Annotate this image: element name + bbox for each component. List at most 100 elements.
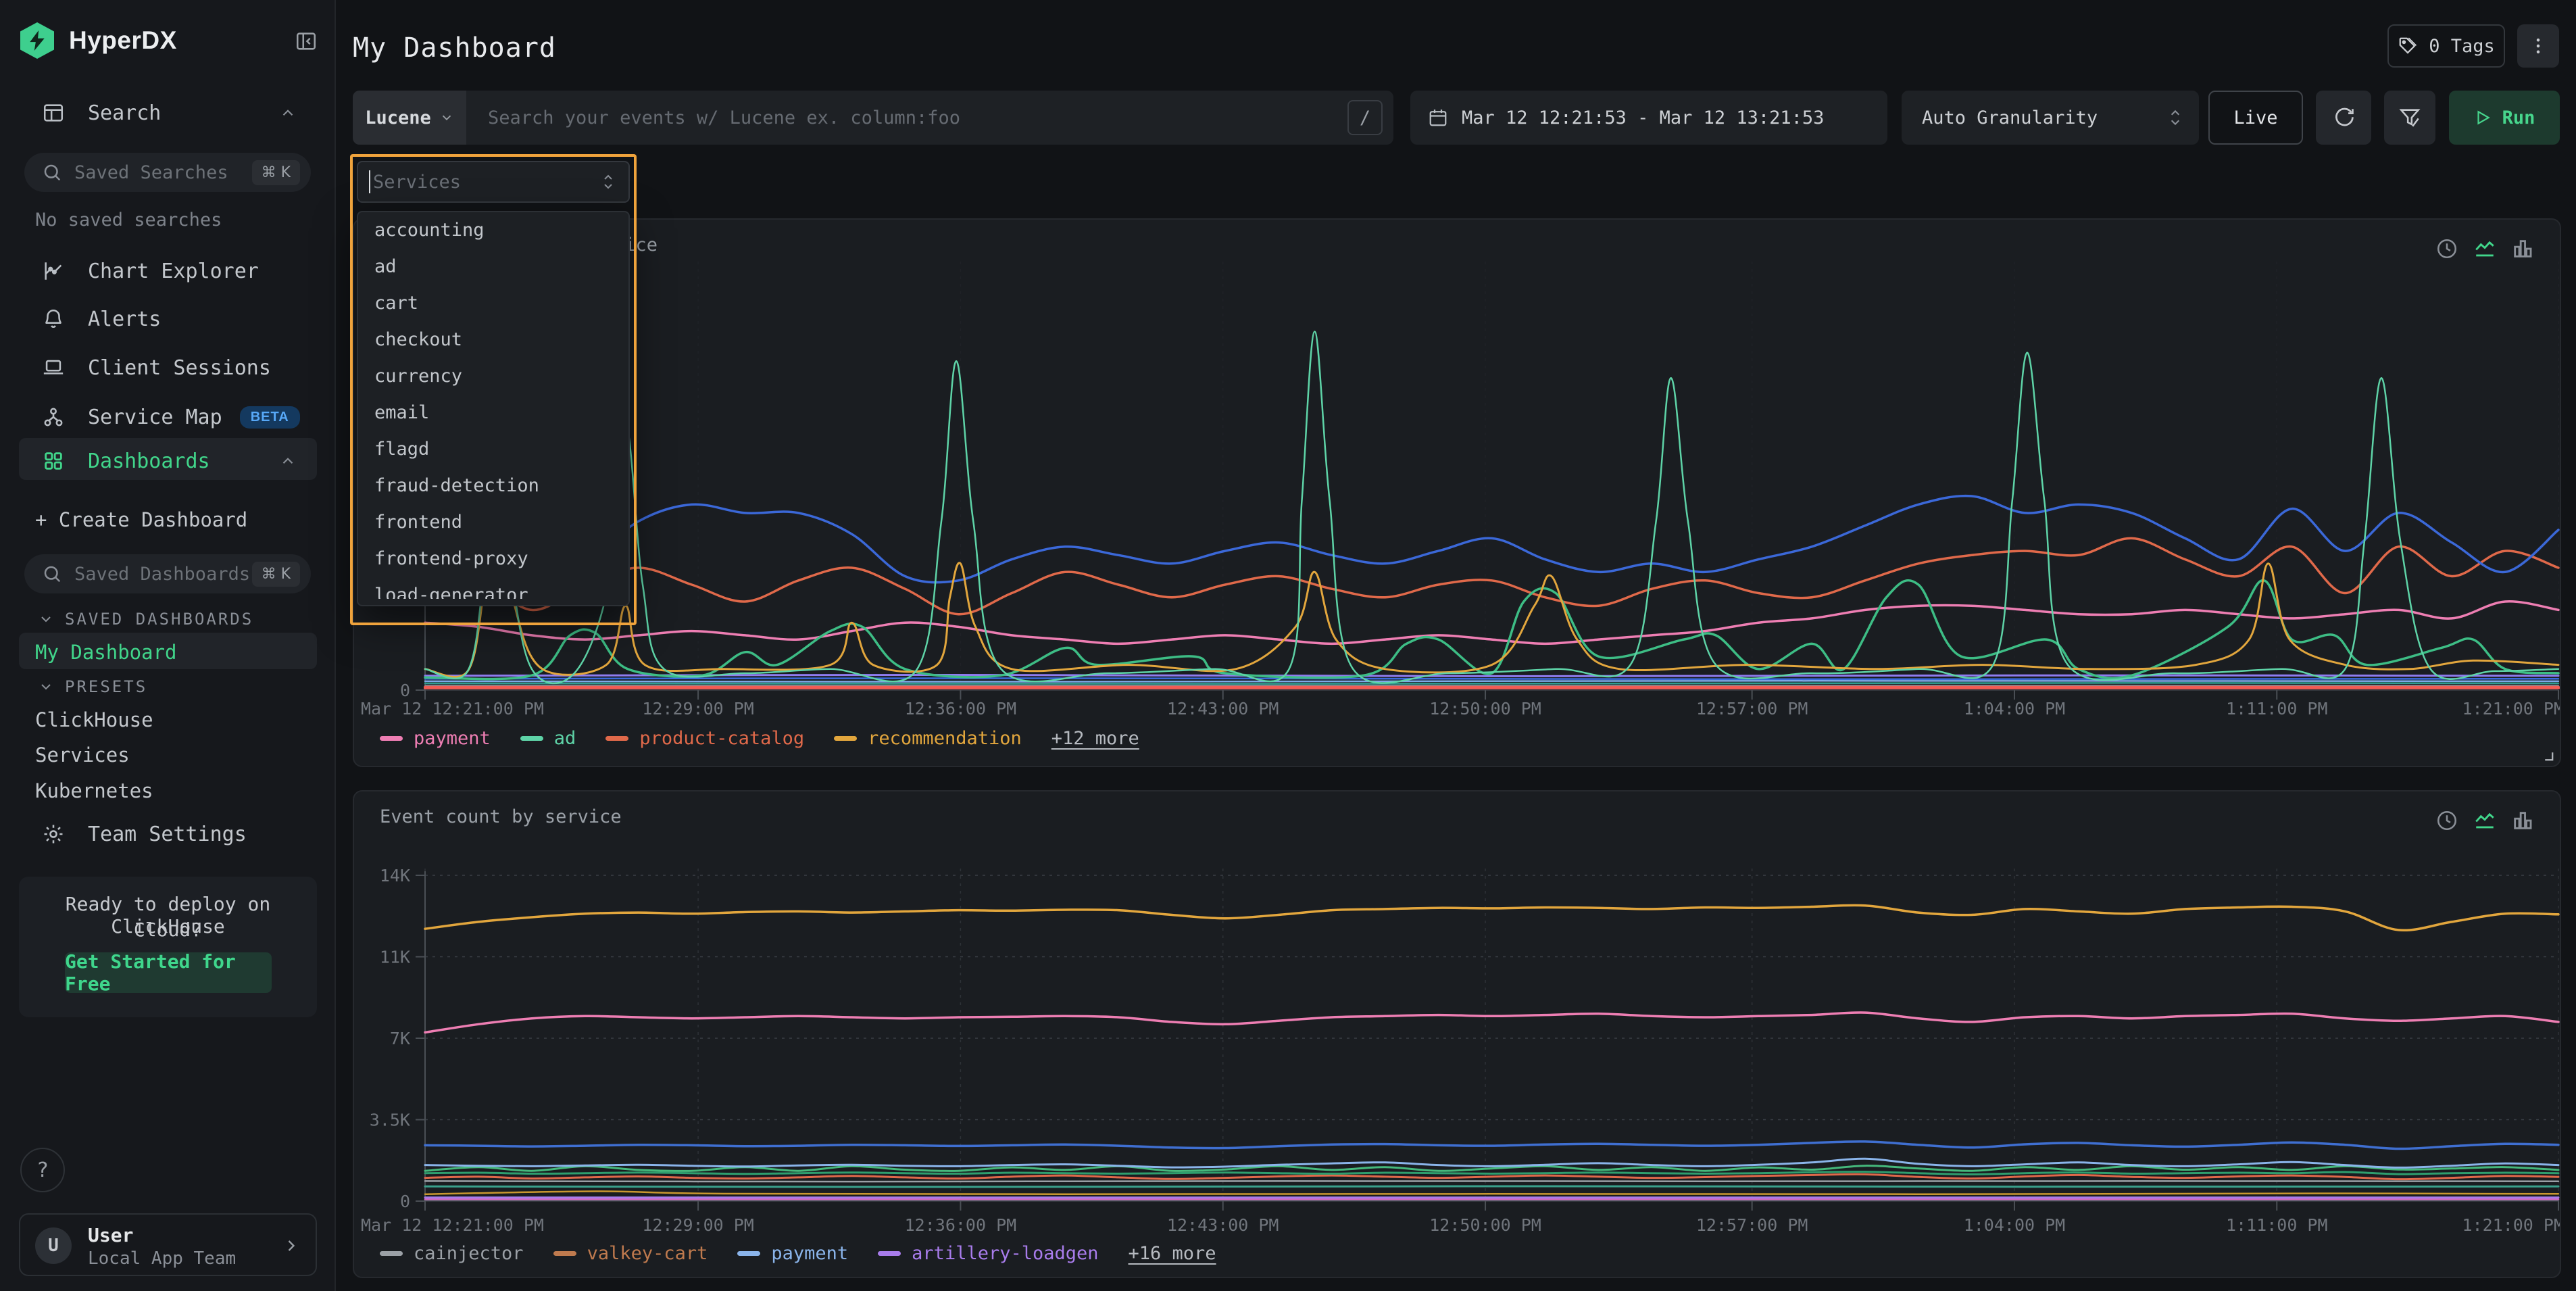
svg-text:1:04:00 PM: 1:04:00 PM <box>1964 1215 2066 1235</box>
sidebar-item-alerts[interactable]: Alerts <box>0 299 336 339</box>
chevron-up-icon[interactable] <box>279 452 297 470</box>
granularity-value: Auto Granularity <box>1922 107 2098 128</box>
filter-button[interactable] <box>2384 91 2435 145</box>
legend-item[interactable]: payment <box>737 1243 848 1264</box>
sidebar-item-kubernetes[interactable]: Kubernetes <box>35 779 153 802</box>
time-range-value: Mar 12 12:21:53 - Mar 12 13:21:53 <box>1462 107 1824 128</box>
kebab-icon <box>2528 36 2548 56</box>
run-button[interactable]: Run <box>2449 91 2560 145</box>
svg-text:Mar 12 12:21:00 PM: Mar 12 12:21:00 PM <box>361 1215 544 1235</box>
svg-text:12:57:00 PM: 12:57:00 PM <box>1696 699 1808 718</box>
sidebar-item-search[interactable]: Search <box>0 93 336 132</box>
legend-item[interactable]: cainjector <box>380 1243 524 1264</box>
svg-text:12:50:00 PM: 12:50:00 PM <box>1429 1215 1541 1235</box>
dropdown-option[interactable]: frontend-proxy <box>358 541 628 577</box>
chevron-down-icon <box>38 611 54 627</box>
sidebar-item-service-map[interactable]: Service Map BETA <box>0 397 336 437</box>
svg-text:11K: 11K <box>380 948 410 967</box>
legend-item[interactable]: payment <box>380 728 491 749</box>
services-filter-input[interactable]: Services <box>357 161 630 203</box>
get-started-button[interactable]: Get Started for Free <box>65 952 272 993</box>
tags-button[interactable]: 0 Tags <box>2387 24 2505 68</box>
service-map-icon <box>42 406 66 429</box>
user-card[interactable]: U User Local App Team <box>19 1213 317 1276</box>
dropdown-option[interactable]: fraud-detection <box>358 468 628 504</box>
sidebar-item-dashboards[interactable]: Dashboards <box>0 441 336 481</box>
dropdown-option[interactable]: accounting <box>358 212 628 249</box>
live-button[interactable]: Live <box>2208 91 2303 145</box>
sidebar-item-services[interactable]: Services <box>35 744 130 766</box>
presets-section-header[interactable]: PRESETS <box>38 677 147 696</box>
hyperdx-logo-icon <box>20 22 54 59</box>
dropdown-option[interactable]: flagd <box>358 431 628 468</box>
create-dashboard-button[interactable]: + Create Dashboard <box>35 508 247 531</box>
time-range-input[interactable]: Mar 12 12:21:53 - Mar 12 13:21:53 <box>1410 91 1887 145</box>
sidebar-item-client-sessions[interactable]: Client Sessions <box>0 348 336 387</box>
legend-swatch <box>605 736 628 741</box>
sidebar-item-label: Service Map <box>88 406 222 429</box>
select-chevrons-icon <box>2166 107 2184 128</box>
sidebar-item-clickhouse[interactable]: ClickHouse <box>35 708 153 731</box>
legend-item[interactable]: artillery-loadgen <box>878 1243 1098 1264</box>
svg-text:1:21:00 PM: 1:21:00 PM <box>2462 1215 2560 1235</box>
services-dropdown-list: accountingadcartcheckoutcurrencyemailfla… <box>357 211 630 606</box>
chevron-down-icon <box>38 679 54 695</box>
sidebar-item-my-dashboard[interactable]: My Dashboard <box>35 641 177 664</box>
dropdown-option[interactable]: cart <box>358 285 628 322</box>
svg-text:7K: 7K <box>390 1029 410 1048</box>
language-select[interactable]: Lucene <box>353 91 466 145</box>
dropdown-option[interactable]: email <box>358 395 628 431</box>
legend-label: payment <box>771 1243 848 1264</box>
legend-swatch <box>834 736 857 741</box>
legend-more-link[interactable]: +12 more <box>1051 728 1139 749</box>
svg-text:12:43:00 PM: 12:43:00 PM <box>1167 1215 1279 1235</box>
saved-searches-input[interactable]: Saved Searches ⌘ K <box>24 153 311 192</box>
legend-swatch <box>380 736 403 741</box>
more-menu-button[interactable] <box>2517 24 2559 68</box>
dropdown-option[interactable]: currency <box>358 358 628 395</box>
help-button[interactable]: ? <box>20 1148 65 1192</box>
svg-text:12:29:00 PM: 12:29:00 PM <box>642 699 754 718</box>
svg-text:14K: 14K <box>380 866 410 885</box>
dropdown-option[interactable]: load-generator <box>358 577 628 599</box>
legend-more-link[interactable]: +16 more <box>1129 1243 1216 1264</box>
sidebar-item-label: Chart Explorer <box>88 260 259 283</box>
sidebar-item-label: Dashboards <box>88 449 210 473</box>
chart2-plot[interactable]: 14K11K7K3.5K0Mar 12 12:21:00 PM12:29:00 … <box>354 791 2560 1277</box>
dropdown-option[interactable]: ad <box>358 249 628 285</box>
funnel-x-icon <box>2398 106 2421 129</box>
legend-item[interactable]: product-catalog <box>605 728 804 749</box>
event-search-input[interactable]: Lucene Search your events w/ Lucene ex. … <box>353 91 1393 145</box>
user-team: Local App Team <box>88 1248 236 1269</box>
saved-dashboards-input[interactable]: Saved Dashboards ⌘ K <box>24 554 311 593</box>
chevron-down-icon <box>439 110 454 125</box>
svg-text:12:43:00 PM: 12:43:00 PM <box>1167 699 1279 718</box>
granularity-select[interactable]: Auto Granularity <box>1902 91 2199 145</box>
dropdown-option[interactable]: checkout <box>358 322 628 358</box>
dropdown-option[interactable]: frontend <box>358 504 628 541</box>
legend-item[interactable]: recommendation <box>834 728 1022 749</box>
tag-icon <box>2398 36 2418 56</box>
sidebar-collapse-button[interactable] <box>291 26 322 57</box>
refresh-button[interactable] <box>2316 91 2371 145</box>
resize-handle-icon[interactable] <box>2540 747 2554 762</box>
chevron-up-icon[interactable] <box>279 104 297 122</box>
legend-item[interactable]: ad <box>520 728 576 749</box>
search-icon <box>42 564 62 584</box>
chart1-plot[interactable]: 0Mar 12 12:21:00 PM12:29:00 PM12:36:00 P… <box>354 220 2560 766</box>
search-icon <box>42 162 62 182</box>
svg-text:0: 0 <box>400 1192 410 1211</box>
legend-item[interactable]: valkey-cart <box>553 1243 708 1264</box>
sidebar-item-team-settings[interactable]: Team Settings <box>0 814 336 854</box>
sidebar-item-chart-explorer[interactable]: Chart Explorer <box>0 251 336 291</box>
chart-panel-1: vice 0Mar 12 12:21:00 PM12:29:00 PM12:36… <box>353 218 2561 767</box>
user-name: User <box>88 1224 133 1246</box>
page-title: My Dashboard <box>353 32 556 64</box>
saved-dashboards-section-header[interactable]: SAVED DASHBOARDS <box>38 610 253 629</box>
dashboards-grid-icon <box>42 449 66 472</box>
svg-text:1:11:00 PM: 1:11:00 PM <box>2226 1215 2328 1235</box>
play-icon <box>2474 109 2492 126</box>
chart1-legend: payment ad product-catalog recommendation +1… <box>380 728 1139 749</box>
shortcut-badge: ⌘ K <box>252 562 300 587</box>
brand-title: HyperDX <box>69 26 177 55</box>
